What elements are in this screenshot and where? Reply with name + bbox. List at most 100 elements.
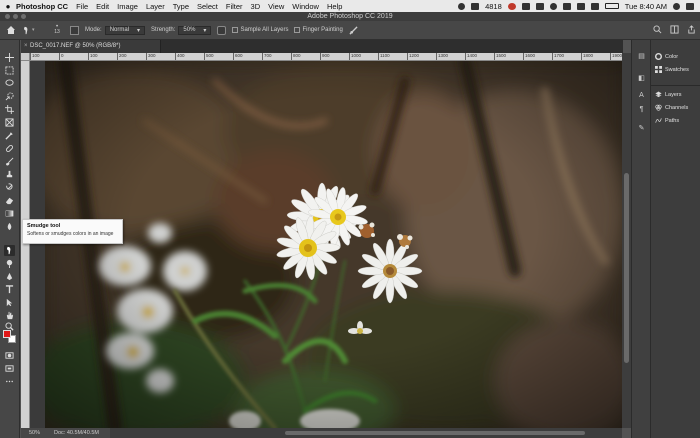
spotlight-search-icon[interactable] <box>673 2 680 10</box>
volume-icon[interactable] <box>590 2 599 10</box>
panel-tab-color[interactable]: Color <box>651 50 700 63</box>
menu-file[interactable]: File <box>76 2 88 11</box>
menubar-status-area: 4818 Tue 8:40 AM <box>458 0 694 12</box>
menu-layer[interactable]: Layer <box>146 2 165 11</box>
close-window-button[interactable] <box>5 14 10 19</box>
frame-tool[interactable] <box>4 117 15 128</box>
photo-vignette <box>45 61 622 428</box>
document-tab[interactable]: × DSC_0017.NEF @ 50% (RGB/8*) <box>21 40 161 53</box>
panel-tab-paths[interactable]: Paths <box>651 114 700 127</box>
apple-menu-icon[interactable]: ● <box>0 2 16 11</box>
share-icon[interactable] <box>687 25 696 34</box>
lasso-tool[interactable] <box>4 78 15 89</box>
panel-tab-swatches[interactable]: Swatches <box>651 63 700 76</box>
quick-mask-button[interactable] <box>4 350 15 361</box>
menu-view[interactable]: View <box>268 2 284 11</box>
hand-tool[interactable] <box>4 310 15 321</box>
shield-icon[interactable] <box>535 2 544 10</box>
close-tab-icon[interactable]: × <box>24 40 28 53</box>
menu-filter[interactable]: Filter <box>226 2 243 11</box>
paragraph-panel-icon[interactable]: ¶ <box>636 104 647 115</box>
tool-tooltip: Smudge tool Softens or smudges colors in… <box>22 219 123 244</box>
creative-cloud-icon[interactable] <box>458 2 466 10</box>
crop-tool[interactable] <box>4 104 15 115</box>
history-panel-icon[interactable]: ▤ <box>636 50 647 61</box>
panel-tab-layers[interactable]: Layers <box>651 88 700 101</box>
mode-select[interactable]: Normal ▾ <box>104 25 146 35</box>
dodge-tool[interactable] <box>4 258 15 269</box>
eyedropper-tool[interactable] <box>4 130 15 141</box>
pressure-strength-icon[interactable] <box>217 25 227 35</box>
tool-preset-picker[interactable]: ▾ <box>22 24 44 36</box>
wifi-icon[interactable] <box>562 2 571 10</box>
healing-brush-tool[interactable] <box>4 143 15 154</box>
menu-type[interactable]: Type <box>173 2 189 11</box>
menu-image[interactable]: Image <box>117 2 138 11</box>
brush-angle-icon[interactable] <box>349 25 358 35</box>
ruler-tick: 1600 <box>523 53 535 60</box>
vertical-ruler[interactable] <box>21 61 30 428</box>
brush-tool[interactable] <box>4 156 15 167</box>
menu-window[interactable]: Window <box>292 2 319 11</box>
clone-stamp-tool[interactable] <box>4 169 15 180</box>
workspace-icon[interactable] <box>670 25 679 34</box>
vertical-scroll-thumb[interactable] <box>624 173 629 363</box>
minimize-window-button[interactable] <box>13 14 18 19</box>
panel-icon-dock: ▤ ◧ A ¶ ✎ <box>631 40 650 438</box>
ruler-tick: 1400 <box>465 53 477 60</box>
menu-3d[interactable]: 3D <box>251 2 261 11</box>
pen-tool[interactable] <box>4 271 15 282</box>
eraser-tool[interactable] <box>4 195 15 206</box>
quick-select-tool[interactable] <box>4 91 15 102</box>
move-tool[interactable] <box>4 52 15 63</box>
horizontal-ruler[interactable]: 100 0 100 200 300 400 500 600 700 800 900 1000 1100 1… <box>30 53 622 61</box>
character-panel-icon[interactable]: A <box>636 90 647 101</box>
smudge-tool[interactable] <box>4 245 15 256</box>
sample-all-layers-option[interactable]: Sample All Layers <box>232 27 288 33</box>
menu-edit[interactable]: Edit <box>96 2 109 11</box>
menubar-clock[interactable]: Tue 8:40 AM <box>625 2 667 11</box>
app-menu[interactable]: Photoshop CC <box>16 2 68 11</box>
search-icon[interactable] <box>653 25 662 34</box>
color-wheel-icon <box>655 53 662 60</box>
horizontal-scroll-thumb[interactable] <box>285 431 585 435</box>
brush-size-picker[interactable]: • 13 <box>50 24 64 35</box>
menu-select[interactable]: Select <box>197 2 218 11</box>
ruler-origin[interactable] <box>21 53 30 61</box>
brush-settings-toggle[interactable] <box>70 25 79 35</box>
type-tool[interactable] <box>4 284 15 295</box>
bluetooth-icon[interactable] <box>576 2 585 10</box>
vertical-scrollbar[interactable] <box>622 53 631 428</box>
marquee-tool[interactable] <box>4 65 15 76</box>
history-brush-tool[interactable] <box>4 182 15 193</box>
zoom-window-button[interactable] <box>21 14 26 19</box>
blur-tool[interactable] <box>4 221 15 232</box>
path-select-tool[interactable] <box>4 297 15 308</box>
properties-panel-icon[interactable]: ◧ <box>636 72 647 83</box>
zoom-level[interactable]: 50% <box>29 428 40 438</box>
battery-icon[interactable] <box>604 3 619 9</box>
horizontal-scrollbar[interactable] <box>110 428 622 438</box>
sync-icon[interactable] <box>549 2 557 10</box>
finger-painting-checkbox[interactable] <box>294 27 301 33</box>
brush-panel-icon[interactable]: ✎ <box>636 122 647 133</box>
foreground-color-swatch[interactable] <box>3 330 11 338</box>
home-icon[interactable] <box>6 25 16 35</box>
sample-all-layers-checkbox[interactable] <box>232 27 239 33</box>
screen-mode-button[interactable] <box>4 363 15 374</box>
panel-tab-channels[interactable]: Channels <box>651 101 700 114</box>
dropbox-icon[interactable] <box>521 2 530 10</box>
notification-icon[interactable] <box>507 2 516 10</box>
doc-size-info[interactable]: Doc: 40.5M/40.5M <box>54 428 99 438</box>
smudge-preset-icon <box>23 26 28 34</box>
finger-painting-option[interactable]: Finger Painting <box>294 27 343 33</box>
monitor-icon[interactable] <box>471 2 480 10</box>
strength-value: 50% <box>183 27 196 33</box>
mode-value: Normal <box>109 27 130 33</box>
edit-toolbar-button[interactable] <box>4 376 15 387</box>
notification-center-icon[interactable] <box>686 2 694 10</box>
menu-help[interactable]: Help <box>327 2 342 11</box>
gradient-tool[interactable] <box>4 208 15 219</box>
strength-input[interactable]: 50% ▾ <box>178 25 212 35</box>
document-canvas[interactable] <box>30 61 622 428</box>
